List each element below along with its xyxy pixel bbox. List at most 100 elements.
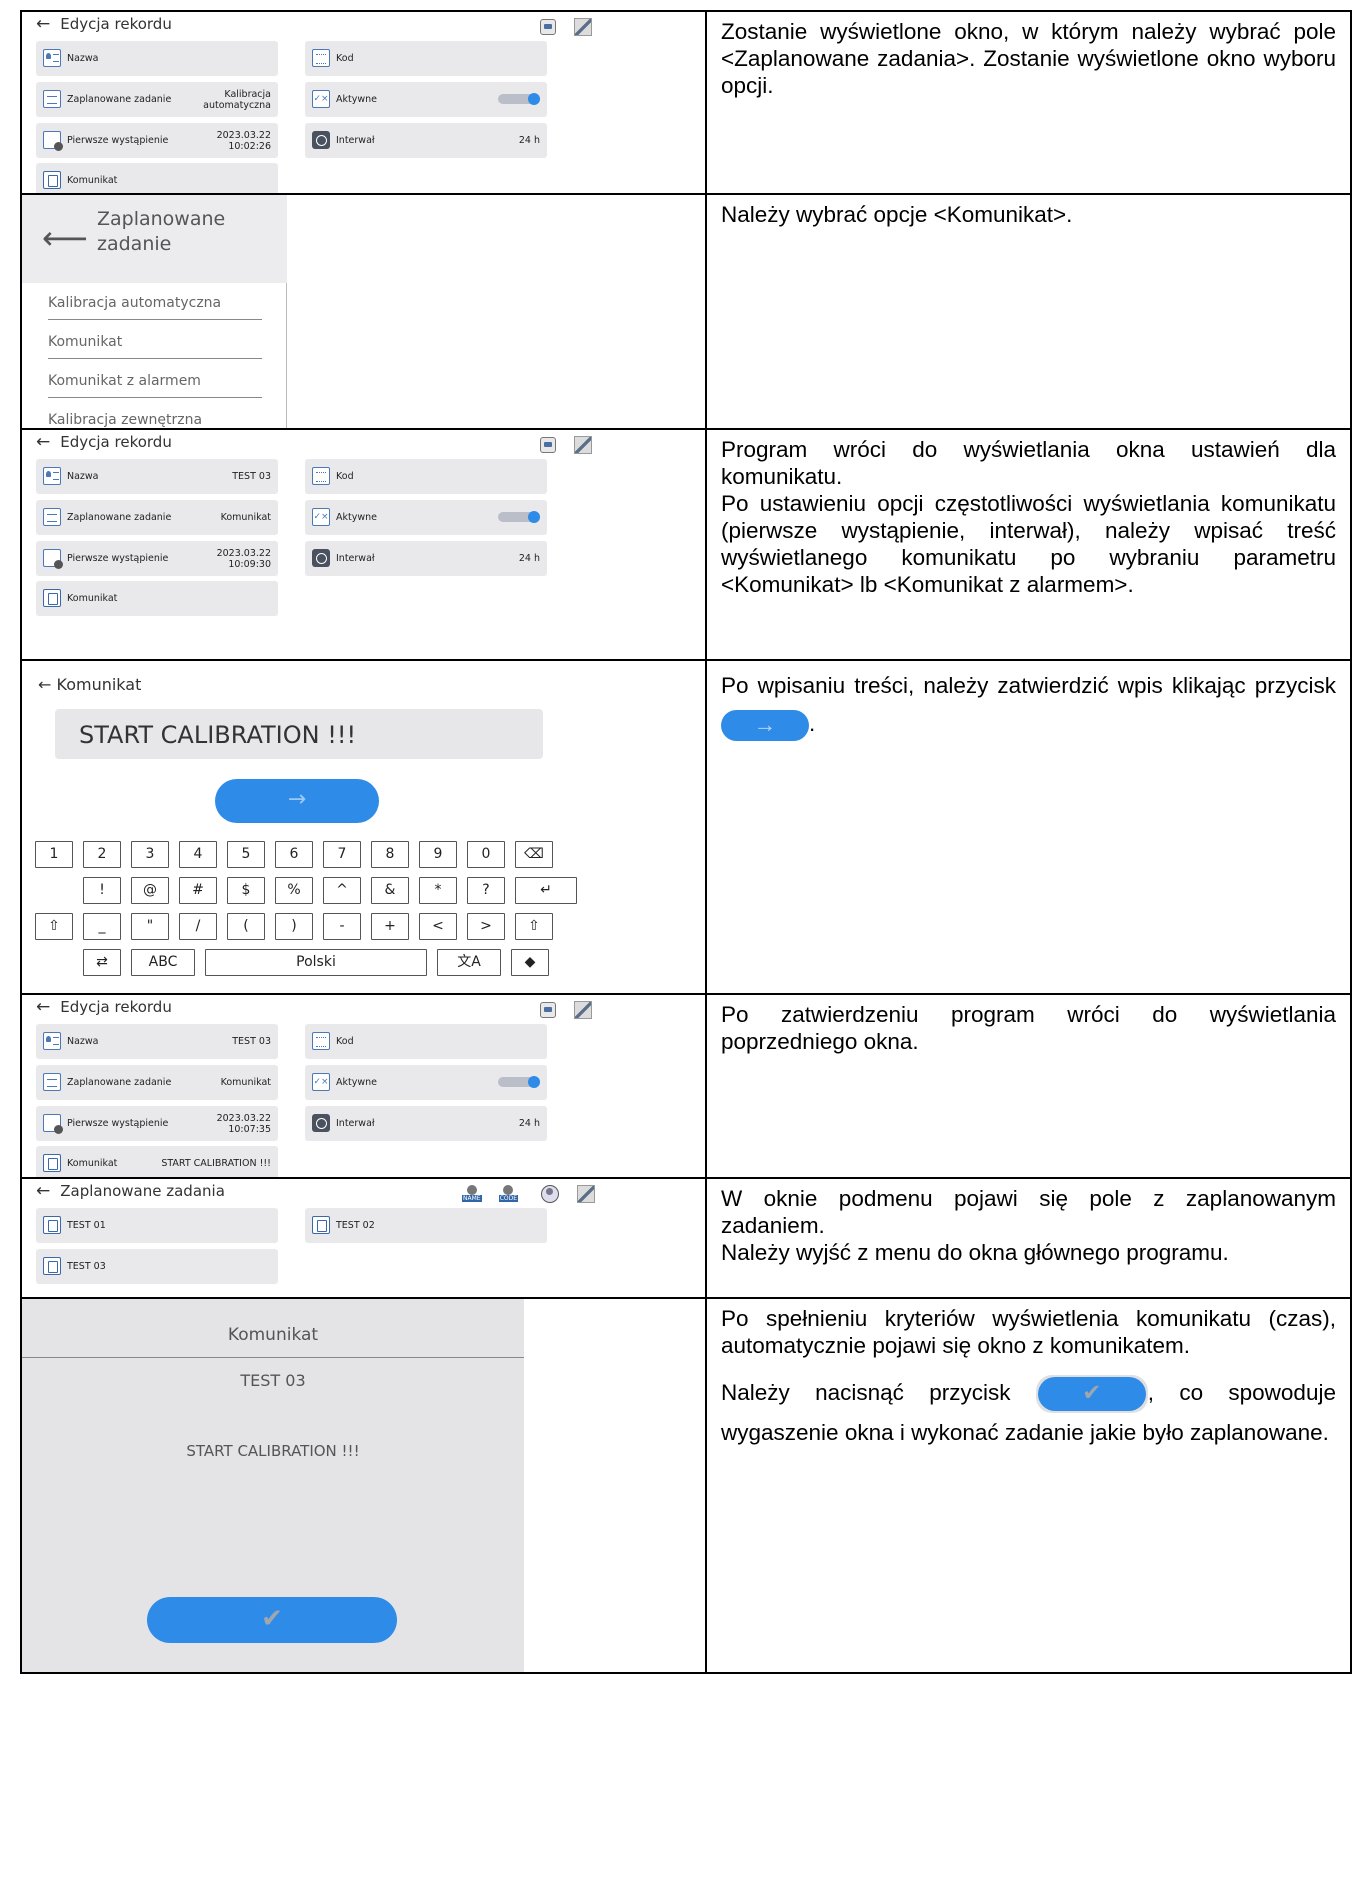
tile-nazwa[interactable]: Nazwa <box>36 41 278 76</box>
keyboard-key[interactable]: 9 <box>419 841 457 868</box>
keyboard-key[interactable]: 0 <box>467 841 505 868</box>
add-icon[interactable] <box>541 1184 560 1203</box>
keyboard-key[interactable]: + <box>371 913 409 940</box>
keyboard-key[interactable]: 2 <box>83 841 121 868</box>
active-toggle[interactable] <box>498 511 540 523</box>
keyboard-key[interactable]: & <box>371 877 409 904</box>
barcode-icon <box>312 49 330 67</box>
keyboard-key[interactable]: ! <box>83 877 121 904</box>
keyboard-key[interactable]: @ <box>131 877 169 904</box>
tile-value: 24 h <box>518 1118 540 1129</box>
tile-komunikat[interactable]: Komunikat <box>36 581 278 616</box>
keyboard-key[interactable]: 3 <box>131 841 169 868</box>
tile-interwal[interactable]: Interwał 24 h <box>305 541 547 576</box>
screen-cell: ← Komunikat START CALIBRATION !!! → 1234… <box>20 659 707 995</box>
keyboard-key[interactable]: > <box>467 913 505 940</box>
back-arrow-icon[interactable]: ← <box>36 997 50 1017</box>
save-icon[interactable] <box>540 18 556 35</box>
tile-zaplanowane-zadanie[interactable]: Zaplanowane zadanie Kalibracja automatyczn… <box>36 82 278 117</box>
save-icon[interactable] <box>540 1001 556 1018</box>
keyboard-key[interactable]: ↵ <box>515 877 577 904</box>
tile-kod[interactable]: Kod <box>305 459 547 494</box>
back-arrow-icon[interactable]: ← <box>36 432 50 452</box>
select-title: Zaplanowane zadanie <box>97 207 225 257</box>
tile-value: 2023.03.22 10:07:35 <box>217 1113 271 1135</box>
keyboard-key[interactable]: ⇧ <box>35 913 73 940</box>
keyboard-key[interactable]: ABC <box>131 949 195 976</box>
keyboard-key[interactable]: / <box>179 913 217 940</box>
option-item[interactable]: Kalibracja zewnętrzna <box>48 412 262 427</box>
description-cell: Zostanie wyświetlone okno, w którym nale… <box>705 10 1352 195</box>
tile-pierwsze-wystapienie[interactable]: Pierwsze wystąpienie 2023.03.22 10:02:26 <box>36 123 278 158</box>
tile-aktywne[interactable]: ✓× Aktywne <box>305 82 547 117</box>
tile-label: Aktywne <box>336 1077 377 1088</box>
keyboard-key[interactable]: ^ <box>323 877 361 904</box>
keyboard-key[interactable]: " <box>131 913 169 940</box>
keyboard-key[interactable]: ⌫ <box>515 841 553 868</box>
tile-nazwa[interactable]: Nazwa TEST 03 <box>36 459 278 494</box>
keyboard-key[interactable]: % <box>275 877 313 904</box>
tile-kod[interactable]: Kod <box>305 1024 547 1059</box>
tile-aktywne[interactable]: ✓× Aktywne <box>305 500 547 535</box>
keyboard-key[interactable]: 7 <box>323 841 361 868</box>
header-title: Komunikat <box>56 675 142 694</box>
keyboard-key[interactable]: 4 <box>179 841 217 868</box>
back-arrow-icon[interactable]: ← <box>36 14 50 34</box>
tile-zaplanowane-zadanie[interactable]: Zaplanowane zadanie Komunikat <box>36 500 278 535</box>
keyboard-key[interactable]: $ <box>227 877 265 904</box>
search-by-code-icon[interactable]: CODE <box>498 1185 518 1202</box>
tile-zaplanowane-zadanie[interactable]: Zaplanowane zadanie Komunikat <box>36 1065 278 1100</box>
task-tile[interactable]: TEST 01 <box>36 1208 278 1243</box>
keyboard-key[interactable]: 5 <box>227 841 265 868</box>
back-arrow-icon[interactable]: ← <box>38 675 57 694</box>
message-input[interactable]: START CALIBRATION !!! <box>55 709 543 759</box>
keyboard-key[interactable]: < <box>419 913 457 940</box>
back-arrow-icon[interactable]: ⟵ <box>42 219 88 257</box>
keyboard-key[interactable]: 1 <box>35 841 73 868</box>
option-item[interactable]: Kalibracja automatyczna <box>48 295 262 320</box>
tile-komunikat[interactable]: Komunikat START CALIBRATION !!! <box>36 1146 278 1176</box>
task-tile[interactable]: TEST 02 <box>305 1208 547 1243</box>
description-text: Należy nacisnąć przycisk <box>721 1380 1011 1405</box>
tile-interwal[interactable]: Interwał 24 h <box>305 1106 547 1141</box>
tile-kod[interactable]: Kod <box>305 41 547 76</box>
edit-icon[interactable] <box>574 17 592 36</box>
keyboard-key[interactable]: - <box>323 913 361 940</box>
tile-value: 24 h <box>518 135 540 146</box>
keyboard-key[interactable]: 文A <box>437 949 501 976</box>
active-toggle[interactable] <box>498 1076 540 1088</box>
tile-interwal[interactable]: Interwał 24 h <box>305 123 547 158</box>
keyboard-key[interactable]: ⇄ <box>83 949 121 976</box>
keyboard-key[interactable]: _ <box>83 913 121 940</box>
tile-komunikat[interactable]: Komunikat <box>36 163 278 192</box>
tile-pierwsze-wystapienie[interactable]: Pierwsze wystąpienie 2023.03.22 10:09:30 <box>36 541 278 576</box>
keyboard-key[interactable]: * <box>419 877 457 904</box>
option-item[interactable]: Komunikat <box>48 334 262 359</box>
edit-icon[interactable] <box>574 1000 592 1019</box>
keyboard-key[interactable]: 6 <box>275 841 313 868</box>
active-toggle[interactable] <box>498 93 540 105</box>
confirm-button[interactable]: → <box>215 779 379 823</box>
keyboard-key[interactable]: ) <box>275 913 313 940</box>
tile-nazwa[interactable]: Nazwa TEST 03 <box>36 1024 278 1059</box>
keyboard-key[interactable]: 8 <box>371 841 409 868</box>
back-arrow-icon[interactable]: ← <box>36 1181 50 1201</box>
ok-button[interactable]: ✔ <box>147 1597 397 1643</box>
inline-confirm-button-image: → <box>721 709 809 741</box>
save-icon[interactable] <box>540 436 556 453</box>
edit-icon[interactable] <box>577 1184 596 1203</box>
search-by-name-icon[interactable]: NAME <box>462 1185 482 1202</box>
task-tile[interactable]: TEST 03 <box>36 1249 278 1284</box>
keyboard-key[interactable]: ◆ <box>511 949 549 976</box>
clock-icon <box>312 131 330 149</box>
tile-aktywne[interactable]: ✓× Aktywne <box>305 1065 547 1100</box>
screen-header: ← Edycja rekordu <box>36 432 172 452</box>
keyboard-key[interactable]: ( <box>227 913 265 940</box>
option-item[interactable]: Komunikat z alarmem <box>48 373 262 398</box>
keyboard-key[interactable]: # <box>179 877 217 904</box>
keyboard-key[interactable]: ⇧ <box>515 913 553 940</box>
keyboard-key[interactable]: ? <box>467 877 505 904</box>
keyboard-key[interactable]: Polski <box>205 949 427 976</box>
edit-icon[interactable] <box>574 435 592 454</box>
tile-pierwsze-wystapienie[interactable]: Pierwsze wystąpienie 2023.03.22 10:07:35 <box>36 1106 278 1141</box>
